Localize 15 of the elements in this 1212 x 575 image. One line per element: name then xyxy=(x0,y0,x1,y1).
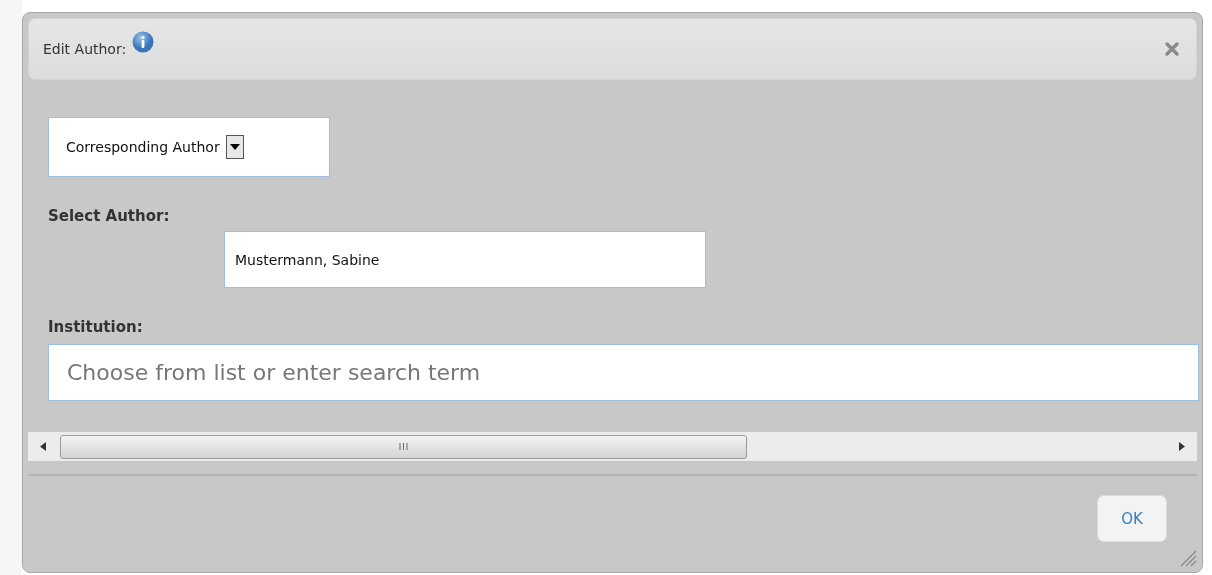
caret-icon xyxy=(229,144,240,150)
close-icon[interactable] xyxy=(1164,41,1180,57)
author-input-field[interactable]: Mustermann, Sabine xyxy=(224,231,706,288)
ok-button[interactable]: OK xyxy=(1097,495,1167,542)
role-dropdown[interactable]: Corresponding Author xyxy=(48,117,330,177)
dialog-title: Edit Author: xyxy=(43,41,127,57)
field-label: Institution: xyxy=(48,318,144,336)
scroll-right-icon[interactable] xyxy=(1179,442,1185,451)
grip-lines-icon xyxy=(399,443,408,450)
institution-input-field[interactable]: Choose from list or enter search term xyxy=(48,344,1199,401)
info-icon[interactable] xyxy=(132,31,155,53)
horizontal-scrollbar[interactable] xyxy=(28,432,1197,461)
field-label: Select Author: xyxy=(48,207,171,225)
scroll-left-icon[interactable] xyxy=(40,442,46,451)
scrollbar-thumb[interactable] xyxy=(60,434,747,459)
